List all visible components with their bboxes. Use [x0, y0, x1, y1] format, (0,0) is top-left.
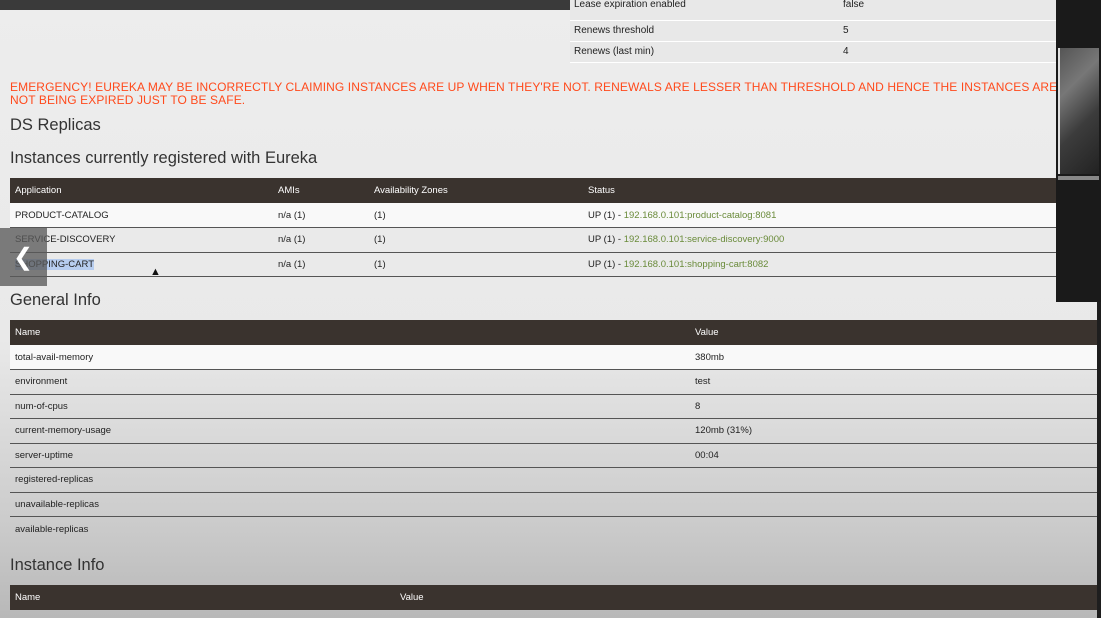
amis-cell: n/a (1) [273, 227, 369, 253]
column-header: Name [10, 585, 395, 610]
zones-cell: (1) [369, 203, 583, 228]
table-row: num-of-cpus 8 [10, 394, 1097, 419]
info-name: total-avail-memory [10, 345, 690, 370]
info-value [690, 467, 1097, 493]
zones-cell: (1) [369, 227, 583, 253]
application-name: SERVICE-DISCOVERY [10, 227, 273, 253]
table-row: Lease expiration enabled false [570, 0, 1056, 21]
instances-table: Application AMIs Availability Zones Stat… [10, 178, 1056, 277]
status-cell: UP (1) - 192.168.0.101:product-catalog:8… [583, 203, 1056, 228]
column-header: Availability Zones [369, 178, 583, 203]
lease-value: 5 [823, 20, 1056, 42]
table-row: Renews (last min) 4 [570, 41, 1056, 63]
lease-value: 4 [823, 41, 1056, 63]
lease-info-table: Lease expiration enabled false Renews th… [570, 0, 1056, 63]
application-name: PRODUCT-CATALOG [10, 203, 273, 228]
column-header: Application [10, 178, 273, 203]
table-row: unavailable-replicas [10, 492, 1097, 517]
status-cell: UP (1) - 192.168.0.101:shopping-cart:808… [583, 252, 1056, 277]
info-name: available-replicas [15, 523, 89, 535]
column-header: Value [395, 585, 1097, 610]
table-row: PRODUCT-CATALOG n/a (1) (1) UP (1) - 192… [10, 203, 1056, 228]
table-row: current-memory-usage 120mb (31%) [10, 418, 1097, 444]
info-name: server-uptime [10, 443, 690, 468]
info-value [690, 517, 1097, 542]
status-text: UP (1) - [588, 209, 624, 221]
zones-cell: (1) [369, 252, 583, 277]
mouse-cursor-icon: ▲ [150, 266, 161, 278]
lease-value: false [823, 0, 1056, 21]
status-text: UP (1) - [588, 258, 624, 270]
info-name: registered-replicas [10, 467, 690, 493]
lease-name: Lease expiration enabled [570, 0, 823, 21]
column-header: AMIs [273, 178, 369, 203]
table-row: environment test [10, 369, 1097, 395]
amis-cell: n/a (1) [273, 203, 369, 228]
info-value: 120mb (31%) [690, 418, 1097, 444]
lease-name: Renews (last min) [570, 41, 823, 63]
instance-link[interactable]: 192.168.0.101:shopping-cart:8082 [624, 259, 769, 270]
ds-replicas-heading: DS Replicas [10, 116, 101, 134]
column-header: Value [690, 320, 1097, 345]
info-name: unavailable-replicas [10, 492, 690, 517]
webcam-thumbnail-border [1058, 176, 1099, 180]
side-dark-strip [1097, 302, 1101, 618]
general-info-heading: General Info [10, 291, 101, 309]
instance-link[interactable]: 192.168.0.101:service-discovery:9000 [624, 234, 785, 245]
table-row: total-avail-memory 380mb [10, 345, 1097, 370]
table-row: SERVICE-DISCOVERY n/a (1) (1) UP (1) - 1… [10, 227, 1056, 253]
column-header: Name [10, 320, 690, 345]
emergency-warning: EMERGENCY! EUREKA MAY BE INCORRECTLY CLA… [10, 80, 1058, 107]
instance-info-heading: Instance Info [10, 556, 105, 574]
info-value: 380mb [690, 345, 1097, 370]
instance-info-table: Name Value [10, 585, 1097, 610]
info-name: num-of-cpus [10, 394, 690, 419]
table-header-row: Name Value [10, 320, 1097, 345]
info-name: environment [10, 369, 690, 395]
info-value: 00:04 [690, 443, 1097, 468]
info-value: 8 [690, 394, 1097, 419]
webcam-thumbnail [1058, 48, 1099, 174]
chevron-left-icon: ❮ [13, 243, 34, 271]
table-row: registered-replicas [10, 467, 1097, 493]
instances-heading: Instances currently registered with Eure… [10, 149, 318, 167]
table-row: SHOPPING-CART n/a (1) (1) UP (1) - 192.1… [10, 252, 1056, 277]
general-info-table: Name Value total-avail-memory 380mb envi… [10, 320, 1097, 541]
table-row: Renews threshold 5 [570, 20, 1056, 42]
info-value: test [690, 369, 1097, 395]
status-cell: UP (1) - 192.168.0.101:service-discovery… [583, 227, 1056, 253]
lease-name: Renews threshold [570, 20, 823, 42]
status-text: UP (1) - [588, 234, 624, 246]
application-name: SHOPPING-CART [10, 252, 273, 277]
instance-link[interactable]: 192.168.0.101:product-catalog:8081 [624, 210, 777, 221]
table-row: available-replicas [10, 517, 1097, 542]
info-value [690, 492, 1097, 517]
amis-cell: n/a (1) [273, 252, 369, 277]
info-name: current-memory-usage [10, 418, 690, 444]
previous-slide-button[interactable]: ❮ [0, 228, 47, 286]
table-header-row: Name Value [10, 585, 1097, 610]
column-header: Status [583, 178, 1056, 203]
table-row: server-uptime 00:04 [10, 443, 1097, 468]
table-header-row: Application AMIs Availability Zones Stat… [10, 178, 1056, 203]
